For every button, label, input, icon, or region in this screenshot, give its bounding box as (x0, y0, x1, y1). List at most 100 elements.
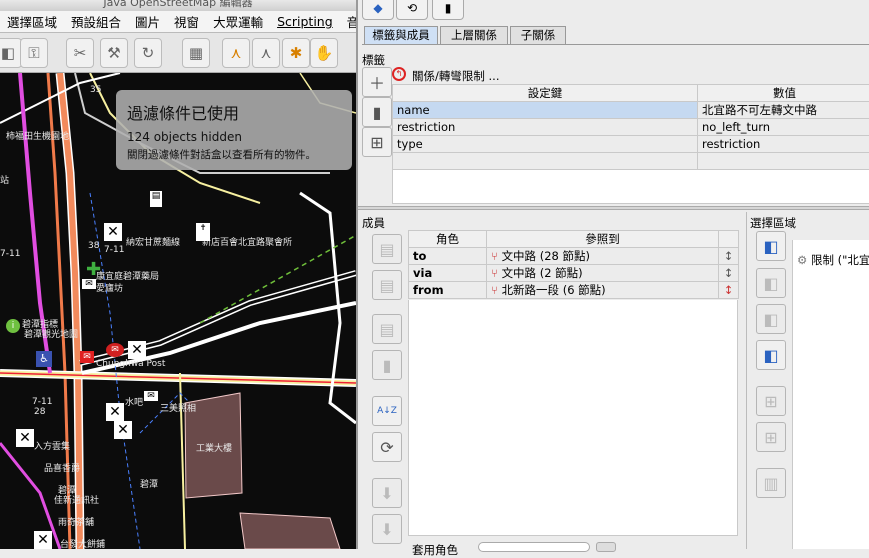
add-end-icon: ◧ (763, 346, 778, 365)
way-icon: ⑂ (491, 249, 502, 263)
pharmacy-cross-icon[interactable]: ✚ (86, 259, 101, 280)
member-ref[interactable]: ⑂ 北新路一段 (6 節點) (487, 282, 719, 299)
apply-button[interactable]: ◆ (362, 0, 394, 20)
member-ref[interactable]: ⑂ 文中路 (28 節點) (487, 248, 719, 265)
poi-box-icon[interactable]: ✕ (104, 223, 122, 241)
add-selected-icon: ◧ (763, 237, 778, 256)
building-icon[interactable]: ▤ (150, 191, 162, 207)
members-table[interactable]: 角色參照到 to ⑂ 文中路 (28 節點) ↕ via ⑂ 文中路 (2 節點… (408, 230, 739, 299)
add-selected-before-button[interactable]: ◧ (756, 268, 786, 298)
post-office-icon[interactable]: ✉ (106, 343, 124, 357)
members-table-empty-area[interactable] (408, 300, 738, 536)
tag-key[interactable]: name (393, 102, 698, 119)
relation-editor-window: ◆ ⟲ ▮ 標籤與成員 上層關係 子關係 標籤 ＋ ▮ ⊞ ↰ 關係/轉彎限制 … (356, 0, 869, 549)
tag-key[interactable]: type (393, 136, 698, 153)
toolbar-button-draw-3[interactable]: ✱ (282, 38, 310, 68)
remove-member-button[interactable]: ▮ (372, 350, 402, 380)
toolbar-button-preset[interactable]: ⚿ (20, 38, 48, 68)
mail-icon[interactable]: ✉ (80, 351, 94, 363)
move-up-button[interactable]: ▤ (372, 234, 402, 264)
delete-tag-button[interactable]: ▮ (362, 97, 392, 127)
toolbar-button-draw-2[interactable]: ⋏ (252, 38, 280, 68)
selection-list[interactable]: ⚙ 限制 ("北宜 (792, 240, 869, 549)
toolbar-button-grid[interactable]: ▦ (182, 38, 210, 68)
reverse-button[interactable]: ⟳ (372, 432, 402, 462)
table-row[interactable]: to ⑂ 文中路 (28 節點) ↕ (409, 248, 739, 265)
toolbar-button-pan[interactable]: ✋ (310, 38, 338, 68)
role-input[interactable] (478, 542, 590, 552)
refresh-icon: ↻ (142, 44, 155, 62)
table-row[interactable] (393, 153, 869, 170)
tags-table-empty-area[interactable] (392, 170, 869, 204)
tags-table[interactable]: 設定鍵數值 name北宜路不可左轉文中路 restrictionno_left_… (392, 84, 869, 170)
poi-box-icon[interactable]: ✕ (114, 421, 132, 439)
table-row[interactable]: via ⑂ 文中路 (2 節點) ↕ (409, 265, 739, 282)
toolbar-button-left[interactable]: ◧ (0, 38, 22, 68)
paste-tags-button[interactable]: ⊞ (362, 127, 392, 157)
accessibility-icon[interactable]: ♿ (36, 351, 52, 367)
role-header[interactable]: 角色 (409, 231, 487, 248)
toolbar-button-refresh[interactable]: ↻ (134, 38, 162, 68)
menu-windows[interactable]: 視窗 (167, 12, 206, 31)
ref-header[interactable]: 參照到 (487, 231, 719, 248)
tags-key-header[interactable]: 設定鍵 (393, 85, 698, 102)
set-role-selected-button[interactable]: ▥ (756, 468, 786, 498)
poi-box-icon[interactable]: ✕ (34, 531, 52, 549)
split-pane-divider[interactable] (358, 206, 869, 210)
table-row[interactable]: typerestriction (393, 136, 869, 153)
table-row[interactable]: name北宜路不可左轉文中路 (393, 102, 869, 119)
poi-box-icon[interactable]: ✕ (106, 403, 124, 421)
member-role[interactable]: via (409, 265, 487, 282)
tag-value[interactable]: 北宜路不可左轉文中路 (698, 102, 869, 119)
add-selected-after-button[interactable]: ◧ (756, 304, 786, 334)
select-members-button[interactable]: ⊞ (756, 422, 786, 452)
menu-imagery[interactable]: 圖片 (128, 12, 167, 31)
edit-member-button[interactable]: ▤ (372, 314, 402, 344)
draw-node-icon: ⋏ (231, 44, 242, 62)
tab-parent-relations[interactable]: 上層關係 (440, 26, 508, 45)
tags-value-header[interactable]: 數值 (698, 85, 869, 102)
poi-box-icon[interactable]: ✕ (128, 341, 146, 359)
menu-scripting[interactable]: Scripting (270, 14, 340, 29)
list-item[interactable]: ⚙ 限制 ("北宜 (797, 252, 869, 268)
menu-presets[interactable]: 預設組合 (64, 12, 128, 31)
photo-shop-icon[interactable]: ✉ (144, 391, 158, 401)
remove-selected-button[interactable]: ⊞ (756, 386, 786, 416)
post-envelope-icon[interactable]: ✉ (82, 279, 96, 289)
toolbar-button-split[interactable]: ✂ (66, 38, 94, 68)
tab-tags-members[interactable]: 標籤與成員 (364, 26, 438, 45)
tag-value[interactable]: no_left_turn (698, 119, 869, 136)
tag-value[interactable]: restriction (698, 136, 869, 153)
toolbar-button-combine[interactable]: ⚒ (100, 38, 128, 68)
download-incomplete-button[interactable]: ⬇ (372, 514, 402, 544)
selection-item-label: 限制 ("北宜 (811, 253, 869, 267)
map-label: 三美照相 (160, 401, 196, 414)
map-label: 35 (90, 85, 101, 95)
tag-key[interactable]: restriction (393, 119, 698, 136)
member-role[interactable]: to (409, 248, 487, 265)
download-members-button[interactable]: ⬇ (372, 478, 402, 508)
map-label: 38 (88, 241, 99, 251)
apply-role-button[interactable] (596, 542, 616, 552)
move-down-button[interactable]: ▤ (372, 270, 402, 300)
table-row[interactable]: from ⑂ 北新路一段 (6 節點) ↕ (409, 282, 739, 299)
connectivity-cell: ↕ (719, 282, 739, 299)
menu-public-transport[interactable]: 大眾運輸 (206, 12, 270, 31)
church-icon[interactable]: ✝ (196, 223, 210, 241)
add-tag-button[interactable]: ＋ (362, 67, 392, 97)
menu-selection[interactable]: 選擇區域 (0, 12, 64, 31)
map-label: 佳新通訊社 (54, 493, 99, 506)
poi-box-icon[interactable]: ✕ (16, 429, 34, 447)
info-icon[interactable]: i (6, 319, 20, 333)
map-label: 台發大餅鋪 (60, 537, 105, 549)
member-ref[interactable]: ⑂ 文中路 (2 節點) (487, 265, 719, 282)
sort-button[interactable]: A↓Z (372, 396, 402, 426)
refresh-button[interactable]: ⟲ (396, 0, 428, 20)
add-selected-at-end-button[interactable]: ◧ (756, 340, 786, 370)
table-row[interactable]: restrictionno_left_turn (393, 119, 869, 136)
member-role[interactable]: from (409, 282, 487, 299)
add-selected-at-start-button[interactable]: ◧ (756, 231, 786, 261)
tab-child-relations[interactable]: 子關係 (510, 26, 566, 45)
toolbar-button-draw-1[interactable]: ⋏ (222, 38, 250, 68)
delete-button[interactable]: ▮ (432, 0, 464, 20)
